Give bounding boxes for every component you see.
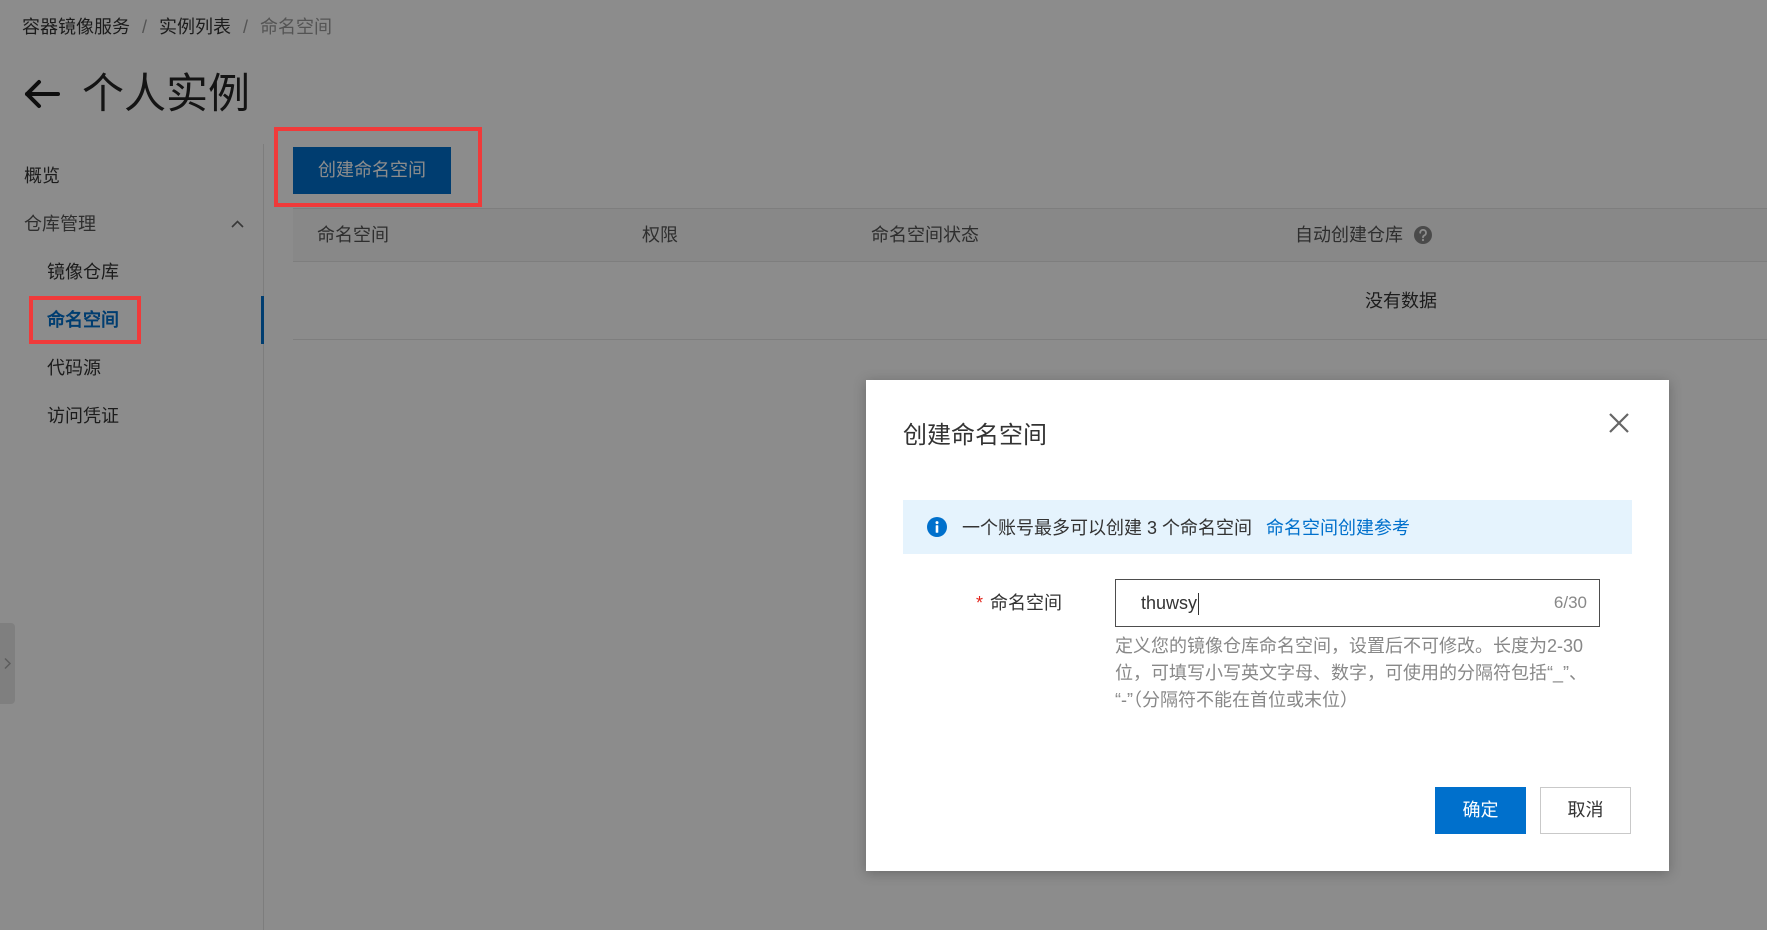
- namespace-field-label: 命名空间: [990, 593, 1062, 613]
- required-mark: *: [976, 593, 984, 613]
- namespace-input-value: thuwsy: [1141, 593, 1198, 613]
- text-caret: [1198, 593, 1200, 616]
- character-counter: 6/30: [1553, 593, 1587, 612]
- dialog-title: 创建命名空间: [903, 422, 1047, 449]
- cancel-button[interactable]: 取消: [1540, 787, 1631, 834]
- close-icon[interactable]: [1606, 410, 1632, 436]
- create-namespace-dialog: 创建命名空间 一个账号最多可以创建 3 个命名空间 命名空间创建参考 * 命名空…: [866, 380, 1669, 871]
- help-line: 定义您的镜像仓库命名空间，设置后不可修改。长度为2-30: [1115, 636, 1584, 656]
- namespace-help-text: 定义您的镜像仓库命名空间，设置后不可修改。长度为2-30 位，可填写小写英文字母…: [1115, 633, 1587, 714]
- namespace-guide-link[interactable]: 命名空间创建参考: [1266, 514, 1410, 540]
- confirm-button[interactable]: 确定: [1435, 787, 1526, 834]
- info-alert: 一个账号最多可以创建 3 个命名空间 命名空间创建参考: [903, 500, 1632, 554]
- help-line: 位，可填写小写英文字母、数字，可使用的分隔符包括“_”、: [1115, 663, 1587, 683]
- help-line: “-”（分隔符不能在首位或末位）: [1115, 690, 1358, 710]
- namespace-input[interactable]: thuwsy 6/30: [1115, 579, 1600, 627]
- info-circle-icon: [927, 517, 947, 537]
- alert-text: 一个账号最多可以创建 3 个命名空间: [962, 518, 1253, 538]
